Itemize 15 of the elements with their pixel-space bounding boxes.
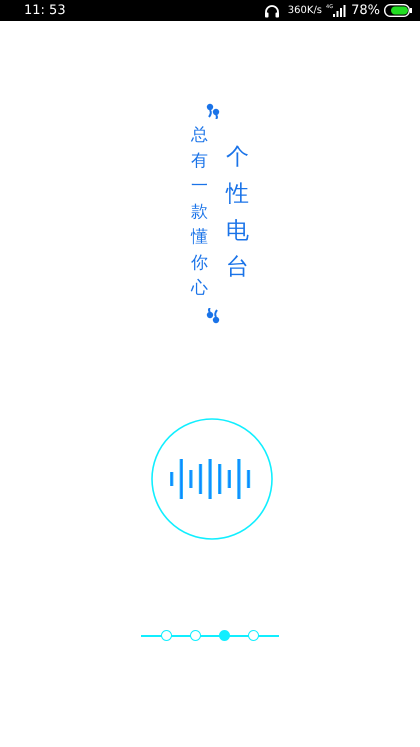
- page-dot[interactable]: [190, 630, 201, 641]
- signal-icon: [333, 4, 348, 16]
- page-dot[interactable]: [248, 630, 259, 641]
- sound-wave-button[interactable]: [150, 416, 274, 540]
- network-speed: 360K/s: [288, 5, 322, 16]
- quote-icon: [206, 308, 220, 324]
- page-dot[interactable]: [219, 630, 230, 641]
- slogan-text: 总有一款懂你心: [191, 124, 208, 300]
- slogan-title: 个性电台: [226, 143, 249, 282]
- page-dot[interactable]: [161, 630, 172, 641]
- quote-icon: [206, 103, 220, 119]
- battery-percent: 78%: [351, 3, 380, 18]
- battery-icon: [384, 4, 412, 17]
- clock-time: 11: 53: [24, 3, 66, 18]
- headphones-icon: [264, 4, 280, 18]
